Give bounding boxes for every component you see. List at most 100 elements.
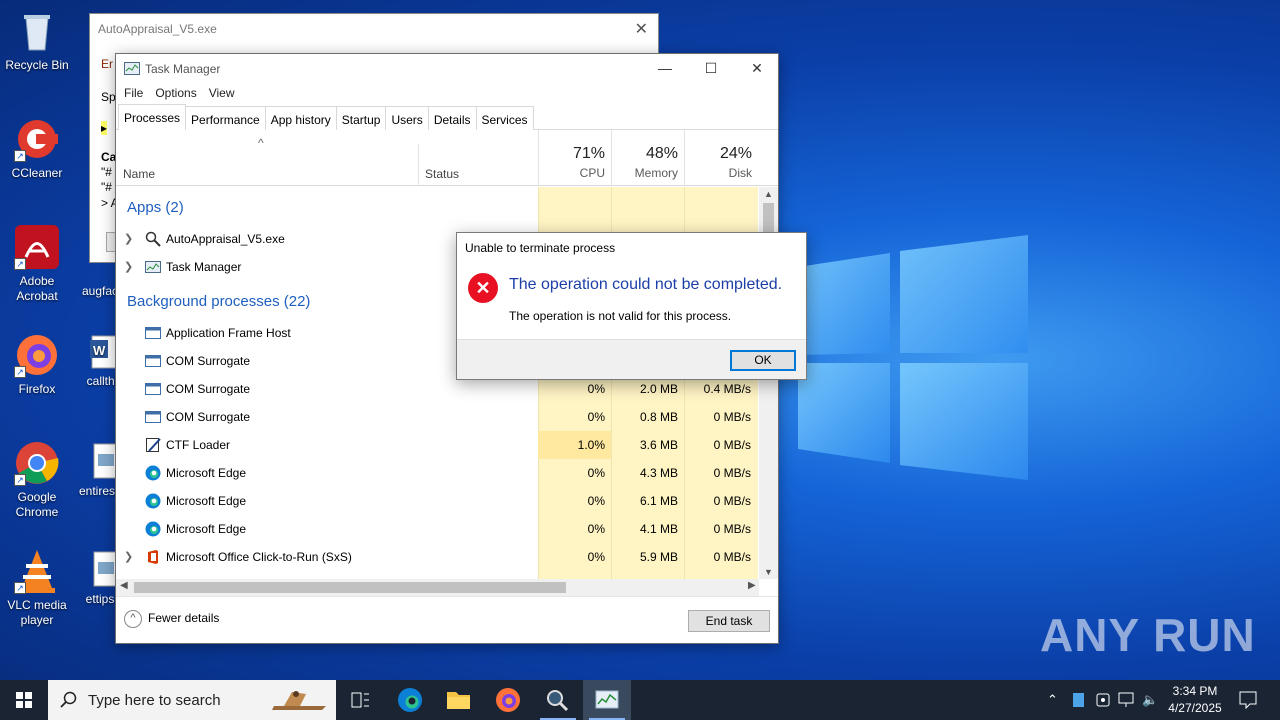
process-name: Microsoft Edge — [166, 494, 247, 508]
column-status[interactable]: Status — [425, 167, 459, 181]
ok-button[interactable]: OK — [730, 350, 796, 371]
taskbar-clock[interactable]: 3:34 PM 4/27/2025 — [1160, 683, 1230, 717]
firefox-icon — [496, 688, 520, 712]
desktop-icon-label: Firefox — [18, 382, 56, 396]
taskbar-task-manager[interactable] — [583, 680, 631, 720]
memory-percent: 48% — [645, 145, 678, 162]
edge-icon — [145, 465, 161, 481]
desktop-icon-label: Adobe Acrobat — [16, 274, 58, 303]
desktop-icon-ccleaner[interactable]: ↗ CCleaner — [0, 116, 74, 181]
tab-app-history[interactable]: App history — [264, 106, 337, 130]
window-title: Task Manager — [145, 62, 221, 76]
task-view-button[interactable] — [336, 680, 384, 720]
tray-device-icon[interactable] — [1096, 680, 1110, 720]
scroll-right-icon[interactable]: ▶ — [748, 580, 756, 591]
scroll-up-icon[interactable]: ▲ — [759, 187, 778, 201]
maximize-button[interactable]: ☐ — [688, 54, 734, 82]
firefox-icon: ↗ — [14, 332, 60, 378]
memory-value: 2.0 MB — [639, 382, 678, 396]
tab-services[interactable]: Services — [475, 106, 534, 130]
column-name[interactable]: Name — [123, 167, 155, 181]
tab-users[interactable]: Users — [385, 106, 429, 130]
clock-date: 4/27/2025 — [1168, 701, 1222, 715]
tab-performance[interactable]: Performance — [185, 106, 266, 130]
tab-details[interactable]: Details — [427, 106, 477, 130]
table-row[interactable]: Microsoft Edge 0% 4.3 MB 0 MB/s — [116, 459, 758, 487]
taskbar-edge[interactable] — [386, 680, 434, 720]
title-bar[interactable]: Task Manager — ☐ ✕ — [116, 54, 778, 82]
horizontal-scrollbar[interactable]: ◀ ▶ — [116, 579, 759, 596]
taskbar: Type here to search ⌃ 🔈 3:34 PM 4/27/202… — [0, 680, 1280, 720]
task-manager-icon — [145, 261, 161, 273]
ctf-loader-icon — [146, 438, 161, 452]
window-text-fragment: Sp — [101, 90, 116, 104]
disk-value: 0 MB/s — [713, 522, 751, 536]
scroll-down-icon[interactable]: ▼ — [759, 565, 778, 579]
table-row[interactable]: Microsoft Edge 0% 4.1 MB 0 MB/s — [116, 515, 758, 543]
fewer-details-button[interactable]: ^ Fewer details — [124, 610, 219, 628]
desktop-icon-vlc[interactable]: ↗ VLC media player — [0, 548, 74, 628]
process-name: Microsoft Edge — [166, 522, 247, 536]
minimize-button[interactable]: — — [642, 54, 688, 82]
menu-view[interactable]: View — [203, 82, 241, 104]
end-task-button[interactable]: End task — [688, 610, 770, 632]
table-row[interactable]: CTF Loader 1.0% 3.6 MB 0 MB/s — [116, 431, 758, 459]
desktop-icon-google-chrome[interactable]: ↗ Google Chrome — [0, 440, 74, 520]
tray-app-icon[interactable] — [1072, 680, 1086, 720]
taskbar-autoappraisal[interactable] — [534, 680, 582, 720]
memory-value: 0.8 MB — [639, 410, 678, 424]
window-title: AutoAppraisal_V5.exe — [98, 22, 217, 36]
process-name: AutoAppraisal_V5.exe — [166, 232, 285, 246]
memory-label: Memory — [634, 166, 678, 180]
acrobat-icon: ↗ — [14, 224, 60, 270]
volume-icon[interactable]: 🔈 — [1142, 680, 1158, 720]
taskbar-firefox[interactable] — [484, 680, 532, 720]
sort-ascending-icon: ^ — [258, 136, 264, 150]
group-apps: Apps (2) — [127, 199, 184, 216]
menu-options[interactable]: Options — [149, 82, 202, 104]
vlc-icon: ↗ — [14, 548, 60, 594]
close-button[interactable]: ✕ — [734, 54, 780, 82]
desktop-icon-adobe-acrobat[interactable]: ↗ Adobe Acrobat — [0, 224, 74, 304]
close-icon[interactable]: ✕ — [635, 19, 648, 39]
process-name: COM Surrogate — [166, 382, 251, 396]
taskbar-search-box[interactable]: Type here to search — [48, 680, 336, 720]
table-row[interactable]: COM Surrogate 0% 0.8 MB 0 MB/s — [116, 403, 758, 431]
chevron-up-icon: ^ — [124, 610, 142, 628]
search-highlight-image — [266, 684, 330, 716]
table-row[interactable]: ❯ Microsoft Office Click-to-Run (SxS) 0%… — [116, 543, 758, 571]
column-cpu[interactable]: 71% CPU — [538, 130, 611, 186]
scrollbar-thumb[interactable] — [134, 582, 566, 593]
menu-file[interactable]: File — [118, 82, 149, 104]
disk-value: 0 MB/s — [713, 438, 751, 452]
expand-chevron-icon[interactable]: ❯ — [124, 550, 133, 563]
anyrun-watermark: ANY RUN — [1040, 609, 1256, 661]
network-icon[interactable] — [1118, 680, 1136, 720]
action-center-button[interactable] — [1238, 680, 1258, 720]
desktop-icon-label: CCleaner — [11, 166, 63, 180]
disk-value: 0 MB/s — [713, 494, 751, 508]
edge-icon — [145, 521, 161, 537]
desktop-icon-recycle-bin[interactable]: Recycle Bin — [0, 8, 74, 73]
table-row[interactable]: Microsoft Edge 0% 6.1 MB 0 MB/s — [116, 487, 758, 515]
memory-value: 4.3 MB — [639, 466, 678, 480]
window-text-fragment: Er — [101, 57, 113, 71]
desktop-icon-label: ettips — [85, 592, 115, 606]
expand-chevron-icon[interactable]: ❯ — [124, 260, 133, 273]
tab-processes[interactable]: Processes — [118, 104, 187, 130]
start-button[interactable] — [0, 680, 48, 720]
show-hidden-icons-chevron-icon[interactable]: ⌃ — [1047, 680, 1058, 720]
desktop-icon-firefox[interactable]: ↗ Firefox — [0, 332, 74, 397]
column-disk[interactable]: 24% Disk — [684, 130, 758, 186]
error-dialog[interactable]: Unable to terminate process ✕ The operat… — [456, 232, 807, 380]
taskbar-file-explorer[interactable] — [434, 680, 482, 720]
column-memory[interactable]: 48% Memory — [611, 130, 684, 186]
cpu-percent: 71% — [572, 145, 605, 162]
desktop-icon-label: callthi — [86, 374, 118, 388]
scrollbar-thumb[interactable] — [763, 203, 774, 233]
disk-value: 0 MB/s — [713, 550, 751, 564]
tab-startup[interactable]: Startup — [335, 106, 387, 130]
scroll-left-icon[interactable]: ◀ — [120, 580, 128, 591]
windows-logo-wallpaper — [798, 235, 1028, 480]
expand-chevron-icon[interactable]: ❯ — [124, 232, 133, 245]
